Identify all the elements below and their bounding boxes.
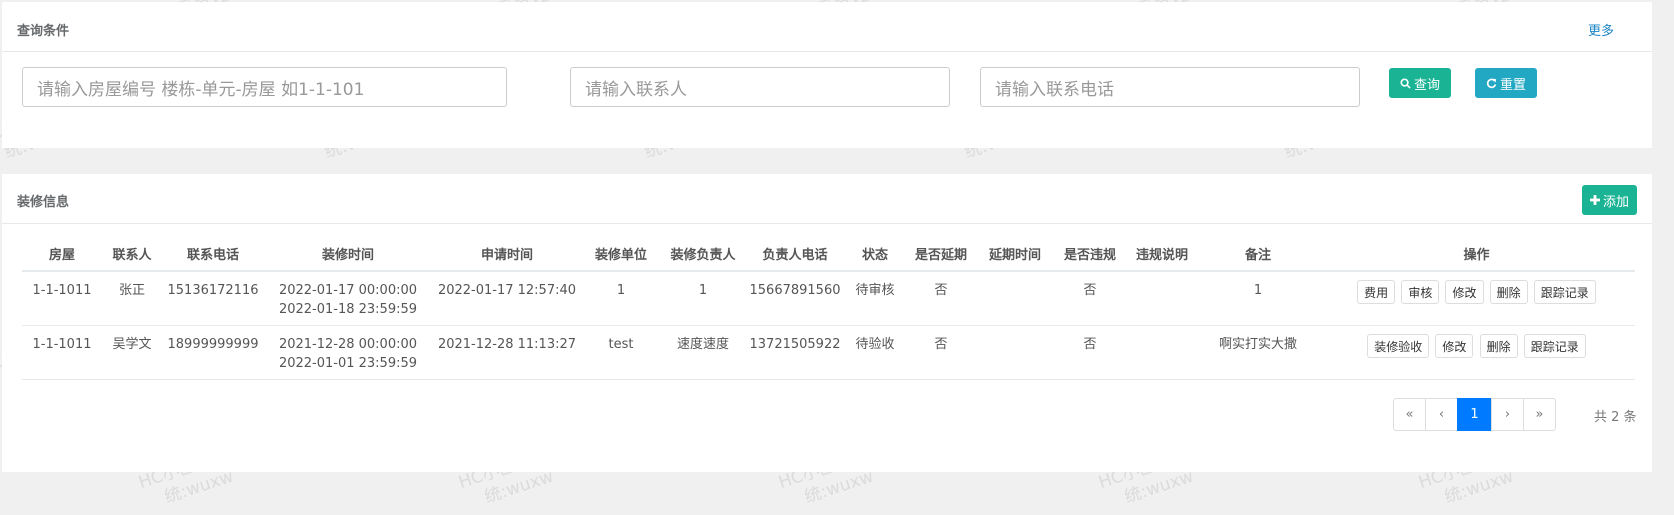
- tracking-record-button[interactable]: 跟踪记录: [1523, 334, 1586, 358]
- column-header: 联系电话: [162, 236, 264, 272]
- remark-cell: 1: [1198, 271, 1318, 326]
- column-header: 负责人电话: [746, 236, 844, 272]
- violation-cell: 否: [1054, 325, 1126, 380]
- manager-cell: 速度速度: [660, 325, 746, 380]
- column-header: 状态: [844, 236, 906, 272]
- status-cell: 待审核: [844, 271, 906, 326]
- next-page-button[interactable]: ›: [1491, 398, 1524, 431]
- total-count: 共 2 条: [1594, 410, 1637, 425]
- table-row: 1-1-1011 张正 15136172116 2022-01-17 00:00…: [22, 271, 1635, 326]
- add-button-label: 添加: [1602, 194, 1629, 210]
- phone-cell: 18999999999: [162, 325, 264, 380]
- column-header: 违规说明: [1126, 236, 1198, 272]
- divider: [2, 51, 1652, 52]
- column-header: 装修负责人: [660, 236, 746, 272]
- decoration-table: 房屋 联系人 联系电话 装修时间 申请时间 装修单位 装修负责人 负责人电话 状…: [22, 236, 1635, 380]
- room-cell: 1-1-1011: [22, 325, 102, 380]
- room-search-input[interactable]: 请输入房屋编号 楼栋-单元-房屋 如1-1-101: [22, 67, 507, 107]
- list-panel-title: 装修信息: [17, 195, 70, 210]
- plus-icon: [1589, 195, 1600, 205]
- column-header: 房屋: [22, 236, 102, 272]
- search-button-label: 查询: [1413, 77, 1440, 93]
- tracking-record-button[interactable]: 跟踪记录: [1533, 280, 1596, 304]
- acceptance-button[interactable]: 装修验收: [1367, 334, 1430, 358]
- status-cell: 待验收: [844, 325, 906, 380]
- phone-search-input[interactable]: 请输入联系电话: [980, 67, 1360, 107]
- apply-time-cell: 2021-12-28 11:13:27: [432, 325, 582, 380]
- company-cell: 1: [582, 271, 660, 326]
- reset-button-label: 重置: [1499, 77, 1526, 93]
- column-header: 装修单位: [582, 236, 660, 272]
- review-button[interactable]: 审核: [1401, 280, 1440, 304]
- time-start: 2021-12-28 00:00:00: [278, 337, 418, 352]
- extend-time-cell: [976, 271, 1054, 326]
- violation-cell: 否: [1054, 271, 1126, 326]
- column-header: 联系人: [102, 236, 162, 272]
- refresh-icon: [1486, 78, 1497, 88]
- last-page-button[interactable]: »: [1523, 398, 1556, 431]
- column-header: 是否延期: [906, 236, 976, 272]
- delete-button[interactable]: 删除: [1489, 280, 1528, 304]
- fee-button[interactable]: 费用: [1357, 280, 1396, 304]
- first-page-button[interactable]: «: [1393, 398, 1426, 431]
- more-link[interactable]: 更多: [1588, 20, 1614, 39]
- extended-cell: 否: [906, 325, 976, 380]
- divider: [2, 223, 1652, 224]
- add-button[interactable]: 添加: [1582, 185, 1637, 215]
- extend-time-cell: [976, 325, 1054, 380]
- search-icon: [1400, 77, 1411, 89]
- list-panel: 装修信息 添加 房屋 联系人 联系电话 装修时间 申请时间 装修单位 装修负责人…: [2, 174, 1652, 472]
- actions-cell: 费用 审核 修改 删除 跟踪记录: [1318, 271, 1635, 326]
- room-cell: 1-1-1011: [22, 271, 102, 326]
- query-panel-title: 查询条件: [17, 24, 70, 39]
- column-header: 延期时间: [976, 236, 1054, 272]
- column-header: 操作: [1318, 236, 1635, 272]
- current-page-button[interactable]: 1: [1457, 398, 1492, 431]
- table-header-row: 房屋 联系人 联系电话 装修时间 申请时间 装修单位 装修负责人 负责人电话 状…: [22, 236, 1635, 272]
- actions-cell: 装修验收 修改 删除 跟踪记录: [1318, 325, 1635, 380]
- column-header: 备注: [1198, 236, 1318, 272]
- company-cell: test: [582, 325, 660, 380]
- column-header: 申请时间: [432, 236, 582, 272]
- query-panel: 查询条件 更多 请输入房屋编号 楼栋-单元-房屋 如1-1-101 请输入联系人…: [2, 2, 1652, 148]
- decoration-time-cell: 2021-12-28 00:00:00 2022-01-01 23:59:59: [264, 325, 432, 380]
- remark-cell: 啊实打实大撒: [1198, 325, 1318, 380]
- pagination: « ‹ 1 › »: [1393, 398, 1556, 431]
- edit-button[interactable]: 修改: [1435, 334, 1474, 358]
- time-end: 2022-01-01 23:59:59: [278, 356, 418, 371]
- apply-time-cell: 2022-01-17 12:57:40: [432, 271, 582, 326]
- manager-phone-cell: 15667891560: [746, 271, 844, 326]
- edit-button[interactable]: 修改: [1445, 280, 1484, 304]
- prev-page-button[interactable]: ‹: [1425, 398, 1458, 431]
- extended-cell: 否: [906, 271, 976, 326]
- search-button[interactable]: 查询: [1389, 68, 1451, 98]
- violation-desc-cell: [1126, 271, 1198, 326]
- decoration-time-cell: 2022-01-17 00:00:00 2022-01-18 23:59:59: [264, 271, 432, 326]
- delete-button[interactable]: 删除: [1479, 334, 1518, 358]
- contact-cell: 张正: [102, 271, 162, 326]
- manager-phone-cell: 13721505922: [746, 325, 844, 380]
- table-row: 1-1-1011 吴学文 18999999999 2021-12-28 00:0…: [22, 325, 1635, 380]
- column-header: 装修时间: [264, 236, 432, 272]
- violation-desc-cell: [1126, 325, 1198, 380]
- contact-cell: 吴学文: [102, 325, 162, 380]
- phone-cell: 15136172116: [162, 271, 264, 326]
- reset-button[interactable]: 重置: [1475, 68, 1537, 98]
- manager-cell: 1: [660, 271, 746, 326]
- contact-search-input[interactable]: 请输入联系人: [570, 67, 950, 107]
- time-end: 2022-01-18 23:59:59: [278, 302, 418, 317]
- column-header: 是否违规: [1054, 236, 1126, 272]
- time-start: 2022-01-17 00:00:00: [278, 283, 418, 298]
